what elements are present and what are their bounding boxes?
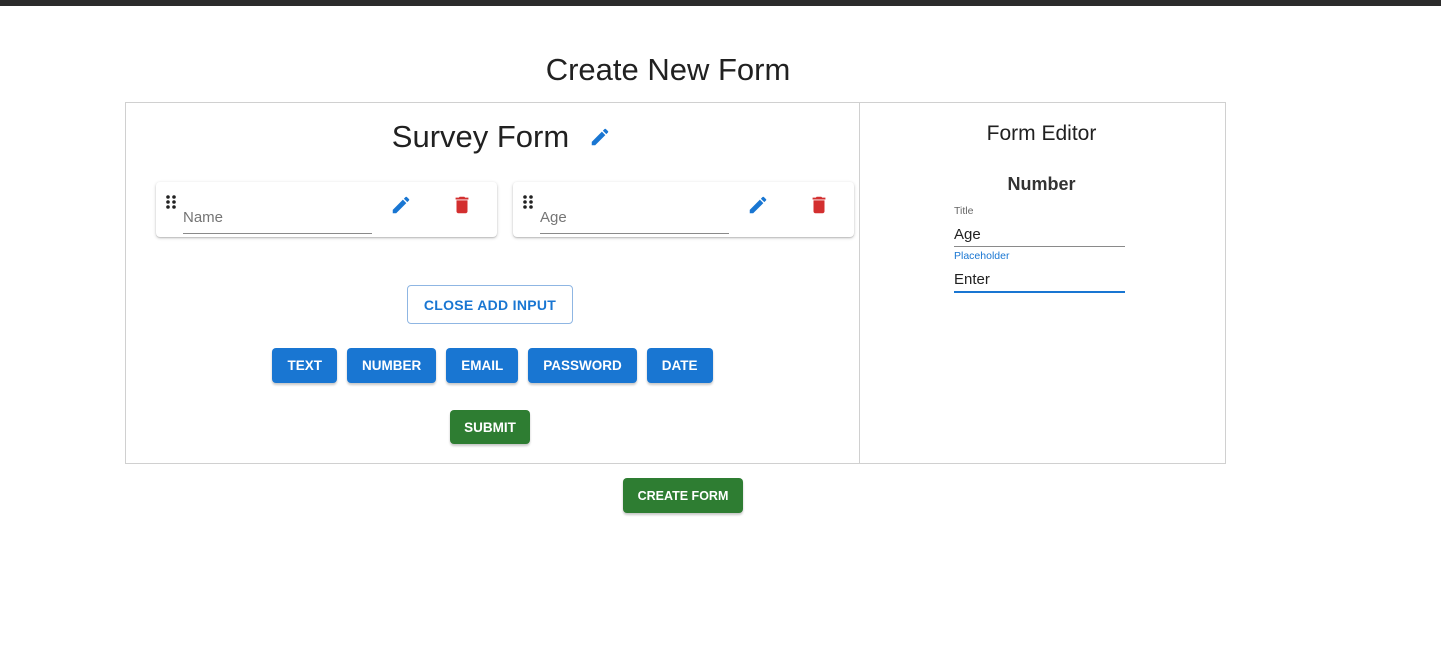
field-card-age — [513, 182, 854, 237]
editor-heading: Form Editor — [986, 122, 1097, 145]
form-title-row: Survey Form — [126, 119, 859, 155]
close-add-input-button[interactable]: CLOSE ADD INPUT — [407, 285, 573, 324]
title-field-input[interactable] — [954, 222, 1125, 247]
drag-handle-icon[interactable] — [522, 194, 534, 210]
title-field-label: Title — [954, 205, 974, 217]
edit-form-title-pencil-icon[interactable] — [589, 126, 611, 148]
add-date-input-button[interactable]: DATE — [646, 348, 713, 383]
top-bar — [0, 0, 1441, 6]
form-builder-panel: Survey Form Name Age CLOSE ADD INPUT TEX… — [125, 102, 860, 464]
add-number-input-button[interactable]: NUMBER — [347, 348, 437, 383]
add-text-input-button[interactable]: TEXT — [272, 348, 337, 383]
age-field-input[interactable] — [540, 203, 729, 234]
input-type-buttons: TEXT NUMBER EMAIL PASSWORD DATE — [126, 348, 859, 383]
placeholder-field-input[interactable] — [954, 267, 1125, 293]
delete-field-trash-icon[interactable] — [450, 193, 474, 217]
drag-handle-icon[interactable] — [165, 194, 177, 210]
form-editor-panel: Form Editor Number Title Placeholder — [858, 102, 1226, 464]
form-title: Survey Form — [391, 119, 570, 154]
edit-field-pencil-icon[interactable] — [746, 193, 770, 217]
add-password-input-button[interactable]: PASSWORD — [528, 348, 637, 383]
name-field-input[interactable] — [183, 203, 372, 234]
create-form-button[interactable]: CREATE FORM — [623, 478, 743, 513]
placeholder-field-label: Placeholder — [954, 250, 1010, 262]
page-title: Create New Form — [545, 52, 791, 87]
edit-field-pencil-icon[interactable] — [389, 193, 413, 217]
field-card-name — [156, 182, 497, 237]
editor-field-type: Number — [1007, 174, 1076, 194]
add-email-input-button[interactable]: EMAIL — [446, 348, 519, 383]
delete-field-trash-icon[interactable] — [807, 193, 831, 217]
submit-button[interactable]: SUBMIT — [450, 410, 530, 444]
